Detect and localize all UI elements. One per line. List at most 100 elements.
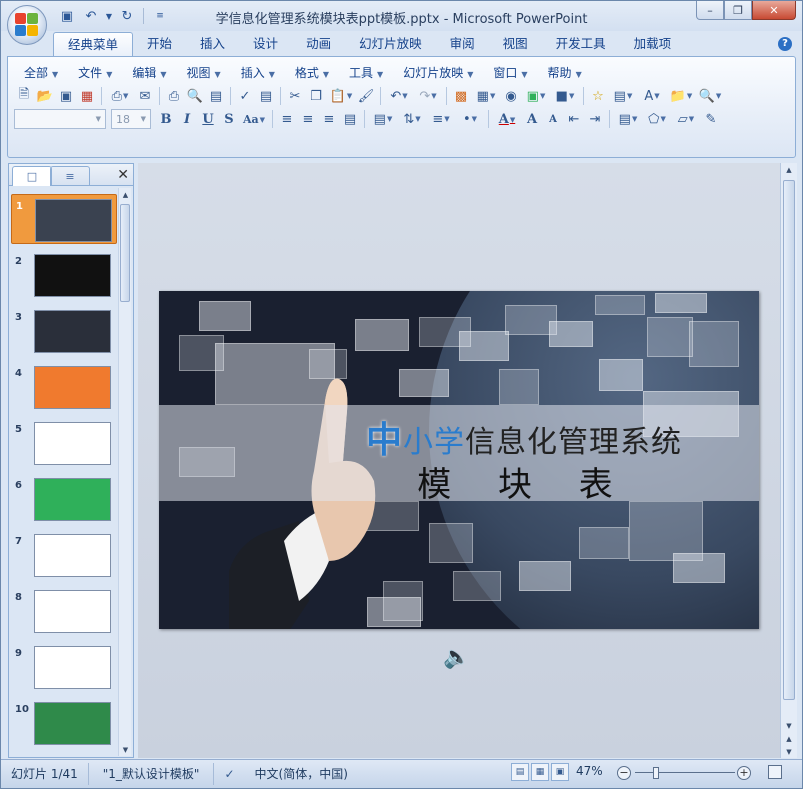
undo-dropdown-icon[interactable]: ▼ — [105, 7, 113, 25]
slide-thumbnail[interactable]: 1 — [11, 194, 117, 244]
decrease-indent-icon[interactable]: ⇤ — [564, 109, 584, 129]
zoom-level[interactable]: 47% — [576, 764, 603, 778]
slide-sorter-icon[interactable]: ▦ — [531, 763, 549, 781]
close-button[interactable]: ✕ — [752, 1, 796, 20]
zoom-out-icon[interactable]: − — [617, 766, 631, 780]
clipart-icon[interactable]: ◉ — [501, 86, 521, 106]
sound-icon[interactable]: 🔈 — [443, 645, 470, 670]
open-icon[interactable]: 📂 — [35, 86, 55, 106]
font-size-combo[interactable]: 18 ▼ — [111, 109, 151, 129]
menu-help[interactable]: 帮助 ▼ — [538, 63, 592, 83]
slide-thumbnail[interactable]: 3 — [11, 306, 117, 356]
scroll-down-icon[interactable]: ▼ — [119, 743, 132, 756]
slide-thumbnail[interactable]: 5 — [11, 418, 117, 468]
menu-all[interactable]: 全部 ▼ — [14, 63, 68, 83]
redo-icon[interactable]: ↻ — [117, 7, 137, 25]
font-name-combo[interactable]: ▼ — [14, 109, 106, 129]
tab-home[interactable]: 开始 — [133, 32, 186, 56]
thumbnail-scrollbar[interactable]: ▲ ▼ — [118, 188, 131, 756]
menu-window[interactable]: 窗口 ▼ — [483, 63, 537, 83]
bold-icon[interactable]: B — [156, 109, 176, 129]
normal-view-icon[interactable]: ▤ — [511, 763, 529, 781]
spellcheck-icon[interactable]: ✓ — [214, 763, 244, 785]
slide-thumbnail[interactable]: 8 — [11, 586, 117, 636]
shrink-font-icon[interactable]: A — [543, 109, 563, 129]
tab-insert[interactable]: 插入 — [186, 32, 239, 56]
format-painter-icon[interactable]: 🖌 — [356, 86, 376, 106]
picture-icon[interactable]: ▣ ▼ — [522, 86, 550, 106]
text-box-icon[interactable]: A ▼ — [638, 86, 666, 106]
help-icon[interactable]: ? — [778, 37, 792, 51]
tab-slideshow[interactable]: 幻灯片放映 — [345, 32, 436, 56]
reference-icon[interactable]: ▤ — [256, 86, 276, 106]
tab-view[interactable]: 视图 — [489, 32, 542, 56]
slide-thumbnail[interactable]: 2 — [11, 250, 117, 300]
increase-indent-icon[interactable]: ⇥ — [585, 109, 605, 129]
zoom-handle[interactable] — [653, 767, 659, 779]
slideshow-view-icon[interactable]: ▣ — [551, 763, 569, 781]
bullets-icon[interactable]: • ▼ — [456, 109, 484, 129]
close-icon[interactable]: ✕ — [117, 167, 129, 183]
tab-slides[interactable]: □ — [12, 166, 52, 186]
preview-icon[interactable]: 🔍 — [185, 86, 205, 106]
previous-slide-icon[interactable]: ▲ — [781, 732, 797, 745]
shadow-icon[interactable]: S — [219, 109, 239, 129]
tab-addins[interactable]: 加载项 — [620, 32, 686, 56]
research-icon[interactable]: ▤ — [206, 86, 226, 106]
redo-icon[interactable]: ↷ ▼ — [414, 86, 442, 106]
slide-thumbnail[interactable]: 9 — [11, 642, 117, 692]
font-color-icon[interactable]: A ▼ — [493, 109, 521, 129]
slide-thumbnail[interactable]: 6 — [11, 474, 117, 524]
folder-icon[interactable]: 📁 ▼ — [667, 86, 695, 106]
find-icon[interactable]: 🔍 ▼ — [696, 86, 724, 106]
text-direction-icon[interactable]: ▤ ▼ — [369, 109, 397, 129]
zoom-slider[interactable]: − + — [617, 765, 753, 781]
layout-icon[interactable]: ▤ ▼ — [609, 86, 637, 106]
tab-design[interactable]: 设计 — [239, 32, 292, 56]
tab-review[interactable]: 审阅 — [436, 32, 489, 56]
slide-thumbnail[interactable]: 4 — [11, 362, 117, 412]
justify-icon[interactable]: ▤ — [340, 109, 360, 129]
print-icon[interactable]: ⎙ — [164, 86, 184, 106]
theme-name[interactable]: "1_默认设计模板" — [89, 763, 215, 785]
slide-title[interactable]: 中小学信息化管理系统 — [289, 411, 759, 463]
design-icon[interactable]: ▤ ▼ — [614, 109, 642, 129]
language-indicator[interactable]: 中文(简体，中国) — [245, 763, 358, 785]
align-right-icon[interactable]: ≡ — [319, 109, 339, 129]
tab-developer[interactable]: 开发工具 — [542, 32, 620, 56]
save-icon[interactable]: ▣ — [57, 7, 77, 25]
cut-icon[interactable]: ✂ — [285, 86, 305, 106]
menu-format[interactable]: 格式 ▼ — [285, 63, 339, 83]
paste-icon[interactable]: 📋 ▼ — [327, 86, 355, 106]
slide-thumbnail[interactable]: 10 — [11, 698, 117, 748]
print-preview-icon[interactable]: ⎙ ▼ — [106, 86, 134, 106]
scroll-thumb[interactable] — [120, 204, 130, 302]
slide-subtitle[interactable]: 模 块 表 — [289, 457, 759, 506]
underline-icon[interactable]: U — [198, 109, 218, 129]
color-scheme-icon[interactable]: ■ ▼ — [551, 86, 579, 106]
scroll-up-icon[interactable]: ▲ — [119, 188, 132, 201]
scroll-up-icon[interactable]: ▲ — [781, 163, 797, 176]
line-spacing-icon[interactable]: ⇅ ▼ — [398, 109, 426, 129]
customize-qat-icon[interactable]: ≡ — [150, 7, 170, 25]
grow-font-icon[interactable]: A — [522, 109, 542, 129]
spelling-icon[interactable]: ✓ — [235, 86, 255, 106]
italic-icon[interactable]: I — [177, 109, 197, 129]
scroll-thumb[interactable] — [783, 180, 795, 700]
next-slide-icon[interactable]: ▼ — [781, 745, 797, 758]
undo-icon[interactable]: ↶ ▼ — [385, 86, 413, 106]
restore-button[interactable]: ❐ — [724, 1, 752, 20]
current-slide[interactable]: 中小学信息化管理系统 模 块 表 — [159, 291, 759, 629]
menu-edit[interactable]: 编辑 ▼ — [122, 63, 176, 83]
copy-icon[interactable]: ❐ — [306, 86, 326, 106]
align-center-icon[interactable]: ≡ — [298, 109, 318, 129]
fit-to-window-icon[interactable] — [768, 765, 782, 779]
menu-insert[interactable]: 插入 ▼ — [231, 63, 285, 83]
undo-icon[interactable]: ↶ — [81, 7, 101, 25]
shapes-icon[interactable]: ⬠ ▼ — [643, 109, 671, 129]
scroll-down-icon[interactable]: ▼ — [781, 719, 797, 732]
new-slide-icon[interactable]: ☆ — [588, 86, 608, 106]
menu-view[interactable]: 视图 ▼ — [177, 63, 231, 83]
minimize-button[interactable]: – — [696, 1, 724, 20]
tab-animation[interactable]: 动画 — [292, 32, 345, 56]
